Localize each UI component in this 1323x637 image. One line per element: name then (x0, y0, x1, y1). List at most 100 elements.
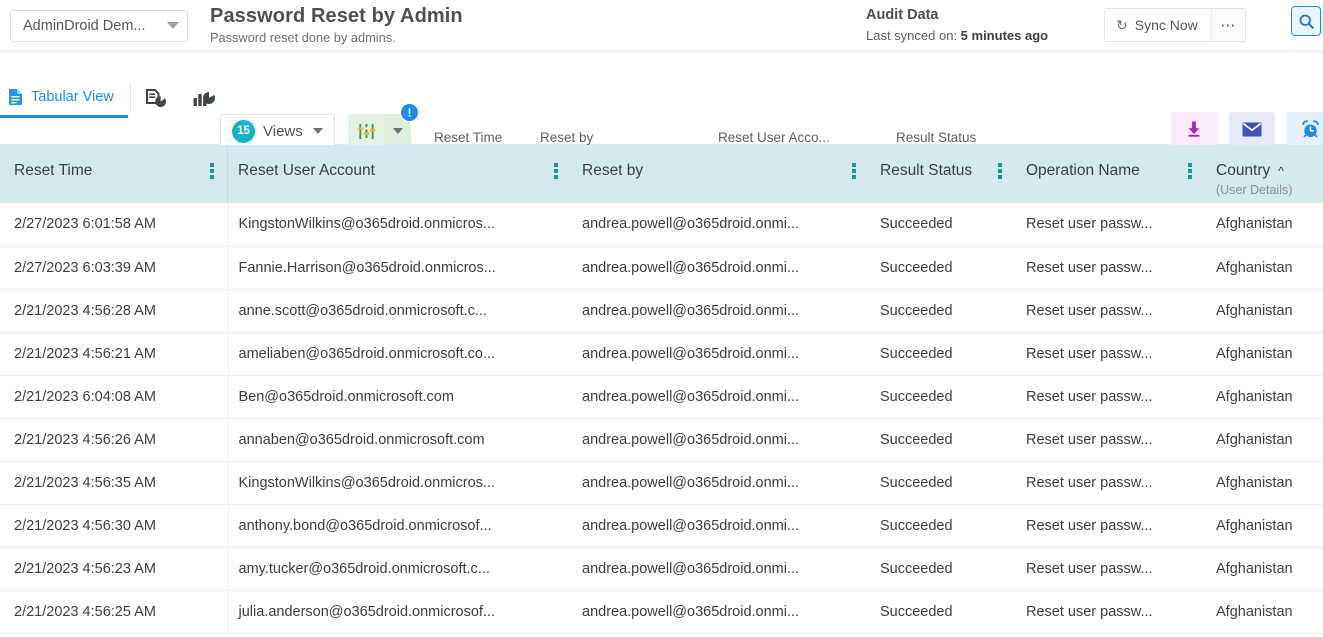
audit-table: Reset Time Reset User Account Reset by R… (0, 145, 1323, 634)
search-button[interactable] (1291, 6, 1321, 36)
filter-settings-group: ! (348, 114, 411, 148)
cell-operation-name: Reset user passw... (1016, 289, 1206, 332)
report-chart-icon (146, 89, 167, 108)
column-header-country-label: Country (1216, 161, 1270, 181)
last-synced-text: Last synced on: 5 minutes ago (866, 27, 1048, 45)
alarm-clock-icon (1301, 120, 1320, 139)
table-row[interactable]: 2/21/2023 6:04:08 AM Ben@o365droid.onmic… (0, 375, 1323, 418)
cell-reset-user-account: annaben@o365droid.onmicrosoft.com (228, 418, 572, 461)
cell-country: Afghanistan (1206, 547, 1323, 590)
table-row[interactable]: 2/21/2023 4:56:23 AM amy.tucker@o365droi… (0, 547, 1323, 590)
cell-country: Afghanistan (1206, 461, 1323, 504)
column-header-operation-name[interactable]: Operation Name (1016, 145, 1206, 203)
cell-result-status: Succeeded (870, 375, 1016, 418)
table-row[interactable]: 2/21/2023 4:56:28 AM anne.scott@o365droi… (0, 289, 1323, 332)
envelope-icon (1242, 122, 1262, 137)
organization-selector[interactable]: AdminDroid Dem... (10, 10, 188, 42)
toolbar-divider-1 (130, 82, 131, 112)
schedule-button[interactable] (1287, 112, 1323, 146)
cell-result-status: Succeeded (870, 590, 1016, 633)
column-header-reset-time[interactable]: Reset Time (0, 145, 228, 203)
column-header-result-status[interactable]: Result Status (870, 145, 1016, 203)
cell-reset-time: 2/21/2023 4:56:30 AM (0, 504, 228, 547)
column-menu-reset-time[interactable] (206, 163, 218, 179)
cell-reset-by: andrea.powell@o365droid.onmi... (572, 375, 870, 418)
email-button[interactable] (1229, 112, 1275, 146)
audit-table-container[interactable]: Reset Time Reset User Account Reset by R… (0, 145, 1323, 637)
chevron-down-icon (167, 22, 179, 29)
filter-settings-dropdown[interactable]: ! (384, 114, 411, 148)
cell-reset-by: andrea.powell@o365droid.onmi... (572, 504, 870, 547)
cell-country: Afghanistan (1206, 590, 1323, 633)
audit-data-title: Audit Data (866, 6, 1048, 25)
cell-reset-user-account: anne.scott@o365droid.onmicrosoft.c... (228, 289, 572, 332)
tab-chart-view[interactable] (180, 78, 229, 118)
views-count-badge: 15 (232, 120, 255, 143)
column-header-reset-user-account-label: Reset User Account (238, 161, 375, 181)
table-row[interactable]: 2/21/2023 4:56:30 AM anthony.bond@o365dr… (0, 504, 1323, 547)
cell-result-status: Succeeded (870, 461, 1016, 504)
column-header-country[interactable]: Country ^ (User Details) (1206, 145, 1323, 203)
cell-result-status: Succeeded (870, 289, 1016, 332)
chevron-down-icon (393, 128, 403, 134)
cell-reset-user-account: ameliaben@o365droid.onmicrosoft.co... (228, 332, 572, 375)
cell-operation-name: Reset user passw... (1016, 504, 1206, 547)
table-row[interactable]: 2/21/2023 4:56:26 AM annaben@o365droid.o… (0, 418, 1323, 461)
cell-country: Afghanistan (1206, 504, 1323, 547)
cell-reset-by: andrea.powell@o365droid.onmi... (572, 461, 870, 504)
cell-reset-time: 2/21/2023 4:56:21 AM (0, 332, 228, 375)
document-icon (8, 88, 23, 106)
cell-result-status: Succeeded (870, 547, 1016, 590)
cell-result-status: Succeeded (870, 418, 1016, 461)
sliders-icon (357, 122, 376, 141)
tab-tabular-view[interactable]: Tabular View (0, 78, 128, 118)
cell-reset-time: 2/21/2023 6:04:08 AM (0, 375, 228, 418)
cell-reset-by: andrea.powell@o365droid.onmi... (572, 289, 870, 332)
refresh-icon: ↻ (1116, 18, 1128, 32)
cell-country: Afghanistan (1206, 418, 1323, 461)
column-menu-result-status[interactable] (994, 163, 1006, 179)
cell-operation-name: Reset user passw... (1016, 246, 1206, 289)
last-synced-value: 5 minutes ago (961, 28, 1048, 43)
cell-reset-time: 2/21/2023 4:56:26 AM (0, 418, 228, 461)
top-header-bar: AdminDroid Dem... Password Reset by Admi… (0, 0, 1323, 52)
download-button[interactable] (1171, 112, 1217, 146)
cell-reset-user-account: julia.anderson@o365droid.onmicrosof... (228, 590, 572, 633)
cell-reset-time: 2/21/2023 4:56:35 AM (0, 461, 228, 504)
sort-ascending-icon[interactable]: ^ (1278, 161, 1284, 181)
views-dropdown-label: Views (263, 123, 303, 140)
tab-report-view[interactable] (133, 78, 180, 118)
column-menu-reset-user-account[interactable] (550, 163, 562, 179)
cell-reset-user-account: Ben@o365droid.onmicrosoft.com (228, 375, 572, 418)
more-options-button[interactable]: ⋯ (1211, 9, 1245, 41)
table-row[interactable]: 2/27/2023 6:01:58 AM KingstonWilkins@o36… (0, 203, 1323, 246)
cell-result-status: Succeeded (870, 504, 1016, 547)
filter-settings-button[interactable] (348, 114, 384, 148)
table-row[interactable]: 2/21/2023 4:56:35 AM KingstonWilkins@o36… (0, 461, 1323, 504)
column-header-reset-by-label: Reset by (582, 161, 643, 181)
cell-operation-name: Reset user passw... (1016, 418, 1206, 461)
cell-country: Afghanistan (1206, 375, 1323, 418)
table-row[interactable]: 2/21/2023 4:56:21 AM ameliaben@o365droid… (0, 332, 1323, 375)
table-row[interactable]: 2/21/2023 4:56:25 AM julia.anderson@o365… (0, 590, 1323, 633)
last-synced-label: Last synced on: (866, 28, 961, 43)
cell-reset-user-account: anthony.bond@o365droid.onmicrosof... (228, 504, 572, 547)
column-menu-operation-name[interactable] (1184, 163, 1196, 179)
views-dropdown-button[interactable]: 15 Views (220, 114, 335, 148)
toolbar: Tabular View 15 Views (0, 52, 1323, 145)
cell-reset-time: 2/27/2023 6:03:39 AM (0, 246, 228, 289)
table-header: Reset Time Reset User Account Reset by R… (0, 145, 1323, 203)
cell-reset-user-account: Fannie.Harrison@o365droid.onmicros... (228, 246, 572, 289)
cell-reset-by: andrea.powell@o365droid.onmi... (572, 246, 870, 289)
table-row[interactable]: 2/27/2023 6:03:39 AM Fannie.Harrison@o36… (0, 246, 1323, 289)
column-header-reset-by[interactable]: Reset by (572, 145, 870, 203)
cell-reset-by: andrea.powell@o365droid.onmi... (572, 590, 870, 633)
cell-reset-user-account: KingstonWilkins@o365droid.onmicros... (228, 461, 572, 504)
column-header-reset-user-account[interactable]: Reset User Account (228, 145, 572, 203)
cell-reset-user-account: amy.tucker@o365droid.onmicrosoft.c... (228, 547, 572, 590)
column-menu-reset-by[interactable] (848, 163, 860, 179)
page-subtitle: Password reset done by admins. (210, 29, 463, 46)
cell-reset-by: andrea.powell@o365droid.onmi... (572, 332, 870, 375)
sync-now-button[interactable]: ↻ Sync Now (1105, 9, 1211, 41)
cell-reset-user-account: KingstonWilkins@o365droid.onmicros... (228, 203, 572, 246)
